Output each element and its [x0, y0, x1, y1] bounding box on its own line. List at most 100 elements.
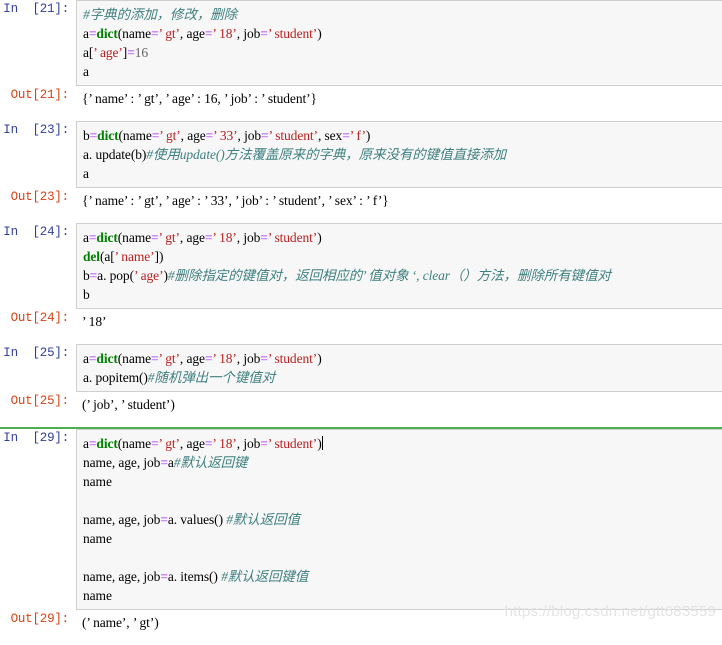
code-token-op: =: [260, 436, 268, 451]
code-token-str: ’ student’: [267, 26, 318, 41]
cell-output-row: Out[21]: {’ name’ : ’ gt’, ’ age’ : 16, ’…: [0, 86, 722, 111]
code-token-plain: a: [83, 64, 89, 79]
notebook-cell[interactable]: In [21]: #字典的添加，修改，删除 a=dict(name=’ gt’, a…: [0, 0, 722, 111]
output-line: ’ 18’: [82, 314, 107, 329]
code-token-plain: name: [83, 588, 112, 603]
notebook-cell[interactable]: In [24]: a=dict(name=’ gt’, age=’ 18’, jo…: [0, 223, 722, 334]
cell-spacer: [0, 111, 722, 121]
code-token-kw: dict: [96, 26, 118, 41]
cell-input-row: In [29]: a=dict(name=’ gt’, age=’ 18’, jo…: [0, 429, 722, 610]
code-token-plain: name: [83, 474, 112, 489]
output-line: {’ name’ : ’ gt’, ’ age’ : 16, ’ job’ : …: [82, 91, 317, 106]
code-token-str: ’ gt’: [158, 26, 180, 41]
code-token-str: ’ gt’: [158, 351, 180, 366]
code-line: a: [83, 62, 722, 81]
code-line: a=dict(name=’ gt’, age=’ 18’, job=’ stud…: [83, 228, 722, 247]
code-editor[interactable]: #字典的添加，修改，删除 a=dict(name=’ gt’, age=’ 18’…: [76, 0, 722, 86]
code-token-str: ’ 18’: [212, 230, 237, 245]
code-token-plain: a. update(b): [83, 147, 147, 162]
code-token-plain: name, age, job: [83, 569, 161, 584]
code-line: #字典的添加，修改，删除: [83, 5, 722, 24]
code-token-op: =: [260, 351, 268, 366]
code-token-kw: dict: [96, 436, 118, 451]
code-token-comment: #随机弹出一个键值对: [147, 370, 276, 385]
code-token-plain: b: [83, 268, 90, 283]
cell-spacer: [0, 334, 722, 344]
code-token-str: ’ student’: [268, 128, 318, 143]
notebook-cell[interactable]: In [29]: a=dict(name=’ gt’, age=’ 18’, jo…: [0, 427, 722, 635]
code-token-op: =: [160, 569, 168, 584]
code-token-plain: , age: [179, 436, 205, 451]
code-token-op: =: [260, 230, 268, 245]
code-token-plain: a[: [83, 45, 94, 60]
code-editor[interactable]: a=dict(name=’ gt’, age=’ 18’, job=’ stud…: [76, 223, 722, 309]
cell-output-row: Out[24]: ’ 18’: [0, 309, 722, 334]
code-token-kw: dict: [97, 128, 119, 143]
cell-input-row: In [21]: #字典的添加，修改，删除 a=dict(name=’ gt’, a…: [0, 0, 722, 86]
code-line: name: [83, 586, 722, 605]
code-token-plain: ): [365, 128, 371, 143]
out-prompt-label: Out[25]:: [10, 394, 70, 408]
code-line: name, age, job=a#默认返回键: [83, 453, 722, 472]
code-editor[interactable]: a=dict(name=’ gt’, age=’ 18’, job=’ stud…: [76, 344, 722, 392]
out-prompt-label: Out[23]:: [10, 190, 70, 204]
code-token-plain: , sex: [317, 128, 343, 143]
code-token-plain: (name: [117, 230, 152, 245]
code-line: a=dict(name=’ gt’, age=’ 18’, job=’ stud…: [83, 434, 722, 453]
code-line: a: [83, 164, 722, 183]
notebook-cell[interactable]: In [25]: a=dict(name=’ gt’, age=’ 18’, jo…: [0, 344, 722, 417]
code-token-plain: , job: [237, 128, 262, 143]
code-line: a[’ age’]=16: [83, 43, 722, 62]
code-token-str: ’ gt’: [158, 436, 180, 451]
code-token-str: ’ gt’: [159, 128, 181, 143]
code-token-plain: , age: [179, 26, 205, 41]
code-token-plain: ): [317, 351, 322, 366]
in-prompt-label: In [25]:: [3, 346, 69, 360]
code-token-str: ’ student’: [267, 230, 318, 245]
cell-spacer: [0, 417, 722, 427]
code-token-plain: , job: [236, 351, 261, 366]
code-token-str: ’ age’: [93, 45, 123, 60]
code-editor[interactable]: b=dict(name=’ gt’, age=’ 33’, job=’ stud…: [76, 121, 722, 188]
code-token-plain: (a[: [99, 249, 115, 264]
code-token-plain: ]): [154, 249, 164, 264]
code-token-op: =: [342, 128, 350, 143]
code-token-plain: a. items(): [167, 569, 222, 584]
code-token-plain: , age: [180, 128, 206, 143]
code-token-kw: dict: [96, 351, 118, 366]
code-token-plain: (name: [117, 351, 152, 366]
notebook-cell[interactable]: In [23]: b=dict(name=’ gt’, age=’ 33’, jo…: [0, 121, 722, 213]
code-token-plain: (name: [117, 436, 152, 451]
code-token-str: ’ 18’: [212, 26, 237, 41]
code-token-str: ’ 18’: [212, 351, 237, 366]
code-token-str: ’ f’: [349, 128, 366, 143]
code-token-plain: , job: [236, 436, 261, 451]
code-token-str: ’ 18’: [212, 436, 237, 451]
code-token-plain: a. values(): [167, 512, 227, 527]
code-token-comment: #删除指定的键值对，返回相应的’ 值对象 ‘, clear（）方法，删除所有键值…: [167, 268, 611, 283]
code-token-op: =: [160, 512, 168, 527]
in-prompt-label: In [23]:: [3, 123, 69, 137]
code-token-plain: name, age, job: [83, 512, 161, 527]
code-token-plain: , age: [179, 230, 205, 245]
code-token-op: =: [260, 26, 268, 41]
code-line: del(a[’ name’]): [83, 247, 722, 266]
code-token-op: =: [127, 45, 135, 60]
output-line: (’ job’, ’ student’): [82, 397, 175, 412]
code-editor[interactable]: a=dict(name=’ gt’, age=’ 18’, job=’ stud…: [76, 429, 722, 610]
out-prompt-label: Out[29]:: [10, 612, 70, 626]
code-line: a=dict(name=’ gt’, age=’ 18’, job=’ stud…: [83, 24, 722, 43]
text-cursor: [321, 436, 323, 450]
code-token-op: =: [151, 26, 159, 41]
code-token-plain: (name: [118, 128, 152, 143]
output-line: (’ name’, ’ gt’): [82, 615, 159, 630]
code-token-plain: a. popitem(): [83, 370, 148, 385]
code-token-op: =: [151, 230, 159, 245]
out-prompt-label: Out[21]:: [10, 88, 70, 102]
cell-spacer: [0, 213, 722, 223]
code-line: a. popitem()#随机弹出一个键值对: [83, 368, 722, 387]
code-token-op: =: [151, 436, 159, 451]
cell-input-row: In [24]: a=dict(name=’ gt’, age=’ 18’, jo…: [0, 223, 722, 309]
code-line: b: [83, 285, 722, 304]
